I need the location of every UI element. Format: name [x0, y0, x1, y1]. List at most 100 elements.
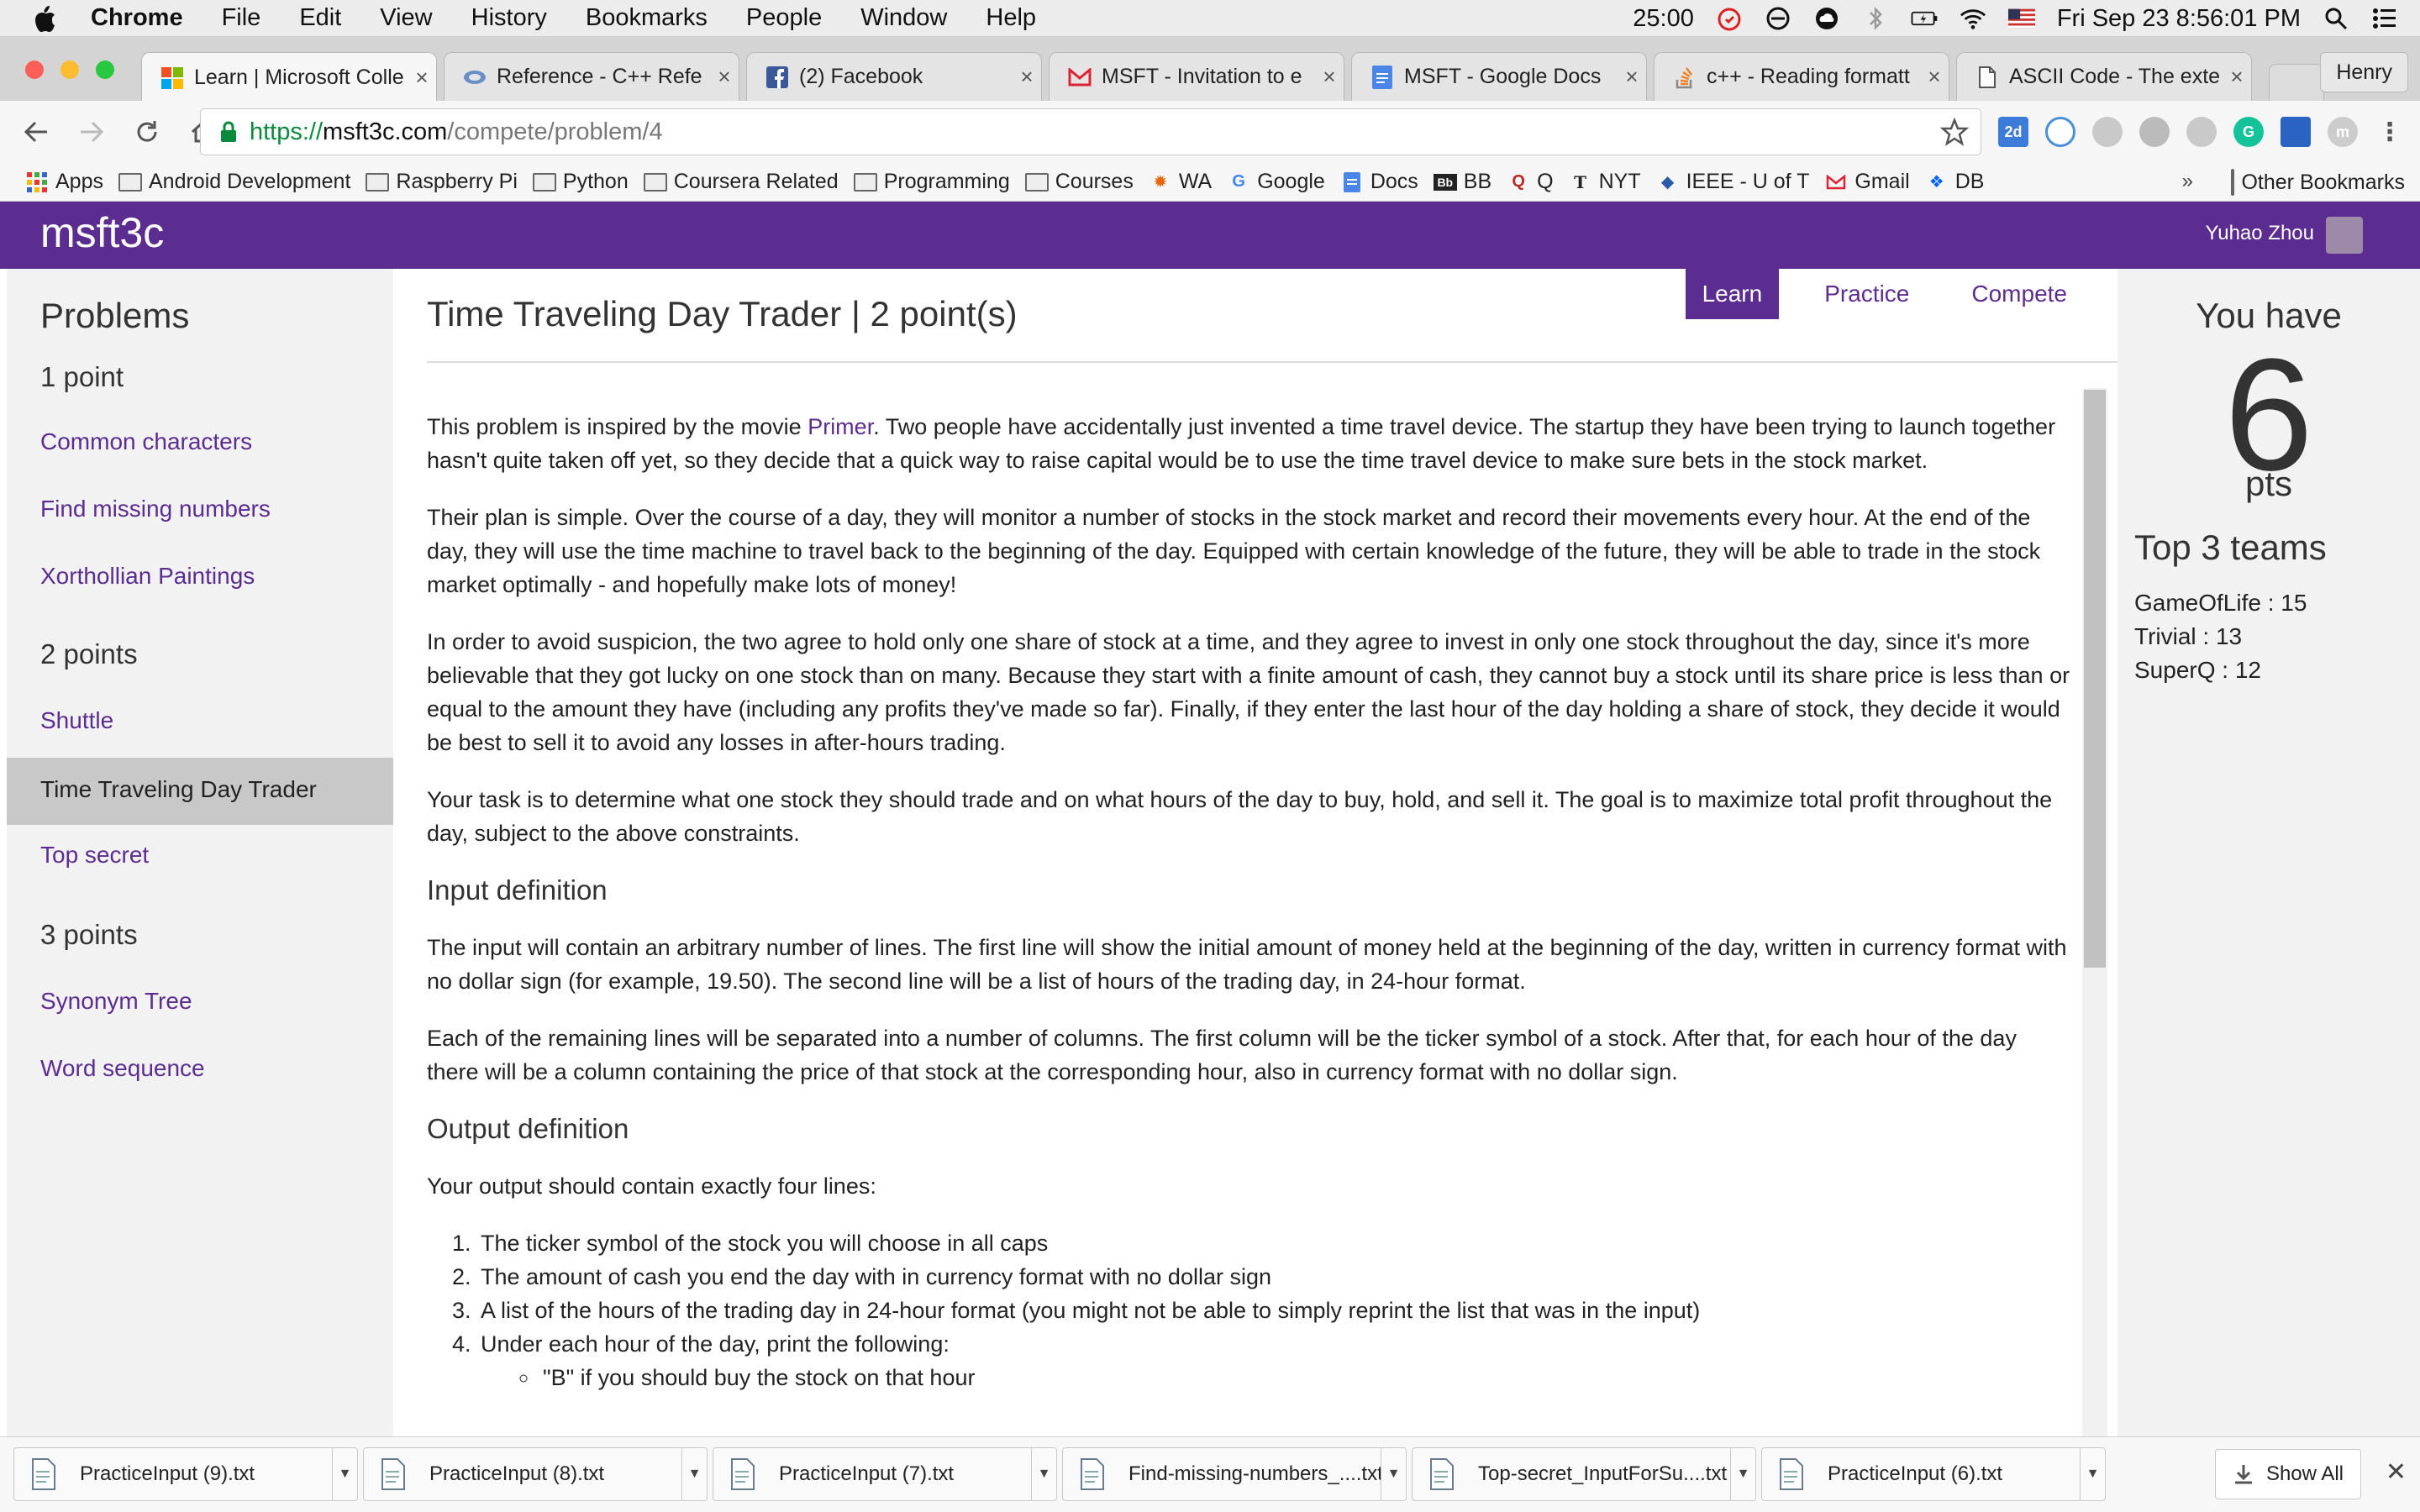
chrome-menu-icon[interactable]: ⋮ [2375, 117, 2405, 147]
chevron-down-icon[interactable]: ▼ [1381, 1447, 1406, 1501]
bookmark-wa[interactable]: ✹ WA [1149, 170, 1212, 194]
bookmark-quora[interactable]: QQ [1507, 170, 1553, 194]
sidebar-item-time-traveling-day-trader[interactable]: Time Traveling Day Trader [7, 758, 393, 825]
sidebar-item-find-missing-numbers[interactable]: Find missing numbers [40, 496, 271, 522]
download-item[interactable]: Top-secret_InputForSu....txt ▼ [1412, 1447, 1756, 1501]
tab-compete[interactable]: Compete [1954, 269, 2084, 319]
do-not-disturb-icon[interactable] [1765, 5, 1791, 32]
sidebar-item-shuttle[interactable]: Shuttle [40, 707, 113, 734]
sidebar-item-common-characters[interactable]: Common characters [40, 428, 252, 455]
back-arrow-icon[interactable] [15, 111, 57, 153]
bookmark-dropbox[interactable]: ❖ DB [1925, 170, 1985, 194]
more-bookmarks-chevron-icon[interactable]: » [2182, 170, 2193, 193]
bookmark-star-icon[interactable] [1940, 118, 1969, 146]
menu-bookmarks[interactable]: Bookmarks [586, 4, 708, 32]
tab-close-icon[interactable]: × [1315, 64, 1344, 90]
tab-learn[interactable]: Learn [1685, 269, 1780, 319]
tab-close-icon[interactable]: × [408, 65, 436, 91]
m-extension-icon[interactable]: m [2328, 117, 2358, 147]
chevron-down-icon[interactable]: ▼ [1031, 1447, 1056, 1501]
bookmark-folder-programming[interactable]: Programming [853, 170, 1010, 194]
chevron-down-icon[interactable]: ▼ [1730, 1447, 1755, 1501]
forward-arrow-icon[interactable] [71, 111, 113, 153]
show-all-downloads-button[interactable]: Show All [2214, 1449, 2361, 1499]
browser-tab-google-docs[interactable]: MSFT - Google Docs × [1351, 52, 1647, 101]
download-item[interactable]: PracticeInput (9).txt ▼ [13, 1447, 358, 1501]
download-item[interactable]: PracticeInput (8).txt ▼ [363, 1447, 708, 1501]
battery-icon[interactable] [1911, 5, 1938, 32]
menu-edit[interactable]: Edit [299, 4, 341, 32]
bookmark-folder-raspberry-pi[interactable]: Raspberry Pi [366, 170, 518, 194]
scrollbar-thumb[interactable] [2084, 390, 2106, 968]
menu-people[interactable]: People [746, 4, 822, 32]
download-item[interactable]: PracticeInput (6).txt ▼ [1761, 1447, 2106, 1501]
tab-practice[interactable]: Practice [1807, 269, 1926, 319]
clock-extension-icon[interactable] [2045, 117, 2075, 147]
chevron-down-icon[interactable]: ▼ [681, 1447, 707, 1501]
menu-file[interactable]: File [222, 4, 261, 32]
spotlight-search-icon[interactable] [2323, 5, 2349, 32]
sidebar-item-top-secret[interactable]: Top secret [40, 842, 149, 869]
reader-extension-icon[interactable] [2281, 117, 2311, 147]
bookmark-google[interactable]: G Google [1227, 170, 1324, 194]
reload-icon[interactable] [126, 111, 168, 153]
site-logo[interactable]: msft3c [40, 208, 164, 257]
browser-tab-gmail-invitation[interactable]: MSFT - Invitation to e × [1049, 52, 1344, 101]
user-name[interactable]: Yuhao Zhou [2206, 222, 2314, 245]
sidebar-item-synonym-tree[interactable]: Synonym Tree [40, 988, 192, 1015]
bookmark-folder-other[interactable]: Other Bookmarks [2231, 163, 2405, 202]
browser-tab-stackoverflow[interactable]: c++ - Reading formatt × [1654, 52, 1949, 101]
menu-window[interactable]: Window [860, 4, 947, 32]
chevron-down-icon[interactable]: ▼ [332, 1447, 357, 1501]
sidebar-item-xorthollian-paintings[interactable]: Xorthollian Paintings [40, 563, 255, 590]
browser-tab-cpp-reference[interactable]: Reference - C++ Refe × [444, 52, 739, 101]
menu-app-name[interactable]: Chrome [91, 4, 183, 32]
download-item[interactable]: Find-missing-numbers_....txt ▼ [1062, 1447, 1407, 1501]
browser-tab-learn[interactable]: Learn | Microsoft Colle × [141, 52, 437, 102]
bookmark-folder-python[interactable]: Python [532, 170, 629, 194]
bookmark-bb[interactable]: Bb BB [1433, 170, 1491, 194]
grammarly-icon[interactable]: G [2233, 117, 2264, 147]
tab-close-icon[interactable]: × [1920, 64, 1949, 90]
cloud-sync-icon[interactable] [1813, 5, 1840, 32]
tab-close-icon[interactable]: × [710, 64, 739, 90]
bookmark-folder-android[interactable]: Android Development [118, 170, 350, 194]
download-item[interactable]: PracticeInput (7).txt ▼ [713, 1447, 1057, 1501]
calendar-extension-icon[interactable]: 2d [1998, 117, 2028, 147]
window-close-button[interactable] [25, 60, 44, 79]
chevron-down-icon[interactable]: ▼ [2080, 1447, 2105, 1501]
close-icon[interactable]: ✕ [2386, 1457, 2407, 1487]
bookmark-gmail[interactable]: Gmail [1824, 170, 1910, 194]
apple-icon[interactable] [32, 4, 57, 33]
window-zoom-button[interactable] [96, 60, 114, 79]
menu-help[interactable]: Help [986, 4, 1036, 32]
wifi-icon[interactable] [1960, 5, 1986, 32]
address-bar[interactable]: https://msft3c.com/compete/problem/4 [200, 108, 1981, 155]
bookmark-folder-courses[interactable]: Courses [1024, 170, 1134, 194]
bookmark-nyt[interactable]: T NYT [1569, 170, 1640, 194]
tab-close-icon[interactable]: × [2223, 64, 2251, 90]
menubar-clock[interactable]: Fri Sep 23 8:56:01 PM [2057, 5, 2301, 33]
timer-icon[interactable] [1716, 5, 1743, 32]
menu-view[interactable]: View [380, 4, 432, 32]
us-flag-icon[interactable] [2007, 5, 2035, 32]
bluetooth-icon[interactable] [1862, 5, 1889, 32]
sidebar-item-word-sequence[interactable]: Word sequence [40, 1055, 205, 1082]
primer-link[interactable]: Primer [808, 414, 873, 439]
bookmark-apps[interactable]: Apps [25, 170, 103, 194]
profile-button[interactable]: Henry [2320, 52, 2408, 92]
pomodoro-timer[interactable]: 25:00 [1633, 5, 1694, 33]
browser-tab-facebook[interactable]: (2) Facebook × [746, 52, 1042, 101]
google-dictionary-icon[interactable] [2139, 117, 2170, 147]
lock-icon[interactable] [219, 121, 238, 143]
bookmark-docs[interactable]: Docs [1340, 170, 1418, 194]
window-minimize-button[interactable] [60, 60, 79, 79]
bookmark-ieee[interactable]: ◆ IEEE - U of T [1656, 170, 1810, 194]
dropbox-extension-icon[interactable] [2092, 117, 2123, 147]
drive-extension-icon[interactable] [2186, 117, 2217, 147]
new-tab-button[interactable] [2269, 64, 2324, 101]
bookmark-folder-coursera[interactable]: Coursera Related [643, 170, 839, 194]
menu-history[interactable]: History [471, 4, 547, 32]
tab-close-icon[interactable]: × [1618, 64, 1646, 90]
tab-close-icon[interactable]: × [1013, 64, 1041, 90]
